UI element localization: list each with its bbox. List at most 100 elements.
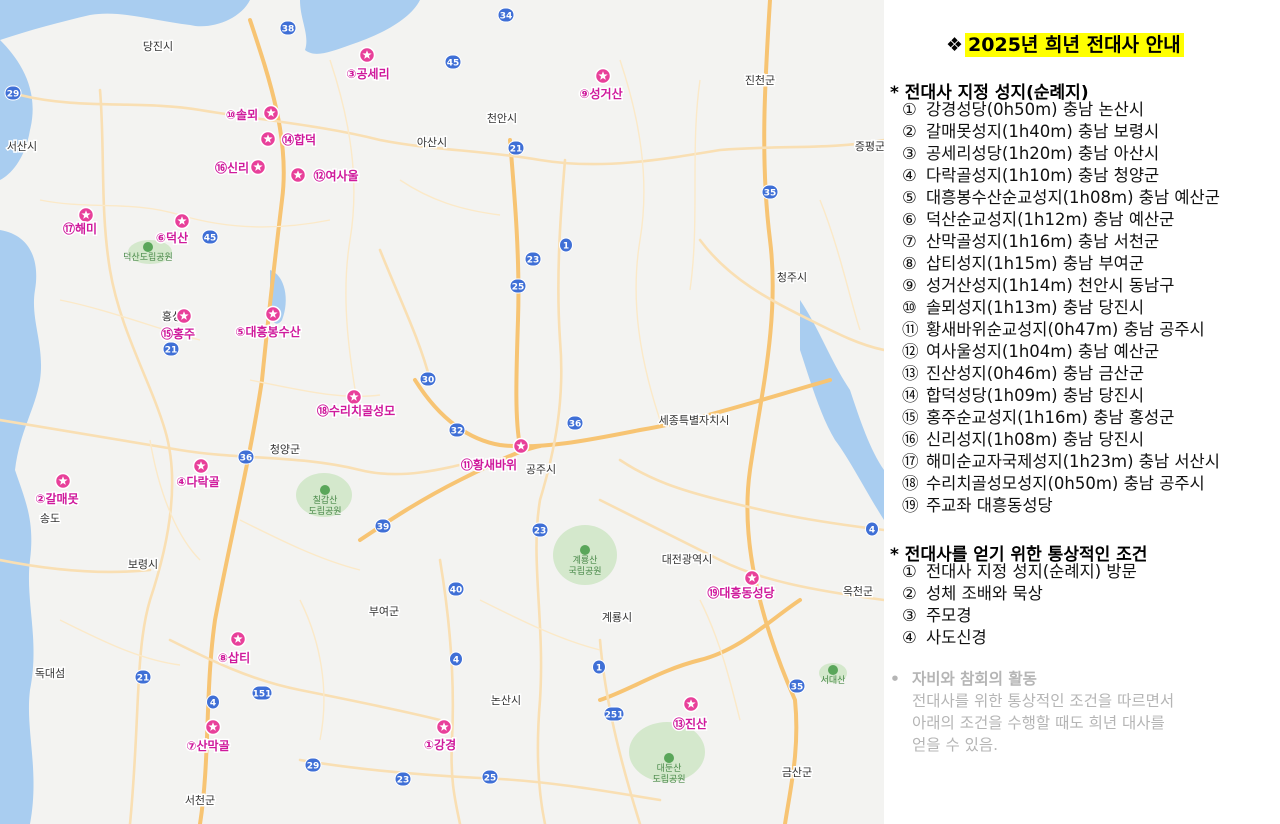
item-number: ② [902,584,917,603]
item-text: 성거산성지(1h14m) 천안시 동남구 [926,276,1175,295]
item-number: ⑰ [902,452,919,471]
road-shield: 29 [304,757,322,773]
shrine-label[interactable]: ②갈매못 [34,490,80,508]
place-label: 논산시 [491,694,521,707]
road-shield: 4 [449,651,463,667]
shrine-label[interactable]: ④다락골 [175,473,221,491]
item-text: 진산성지(0h46m) 충남 금산군 [926,364,1145,383]
note-line: 전대사를 위한 통상적인 조건을 따르면서 [912,692,1175,710]
list-item: ⑦ 산막골성지(1h16m) 충남 서천군 [902,231,1220,253]
note-heading-text: 자비와 참회의 활동 [912,670,1037,688]
place-label: 서천군 [185,793,215,807]
shrine-label[interactable]: ⑧삽티 [216,649,251,667]
road-number: 251 [605,711,624,721]
item-number: ④ [902,166,917,185]
place-label: 당진시 [143,40,173,53]
shrine-label[interactable]: ⑤대흥봉수산 [234,323,302,341]
shrine-label[interactable]: ⑫여사울 [312,167,360,185]
place-label: 청주시 [777,271,807,284]
road-shield: 151 [251,685,273,701]
road-number: 21 [137,674,150,684]
road-number: 23 [527,256,540,266]
place-label: 대전광역시 [662,553,713,566]
list-item: ④ 다락골성지(1h10m) 충남 청양군 [902,165,1220,187]
shrine-label[interactable]: ⑯신리 [213,159,250,177]
item-number: ⑲ [902,496,919,515]
place-label: 보령시 [128,558,158,571]
shrine-marker[interactable]: ⑫여사울 [289,167,360,185]
shrine-label[interactable]: ③공세리 [345,65,391,83]
road-number: 4 [869,526,875,536]
road-number: 29 [7,90,20,100]
list-item: ⑪ 황새바위순교성지(0h47m) 충남 공주시 [902,319,1220,341]
item-number: ⑭ [902,386,919,405]
shrine-label[interactable]: ⑲대흥동성당 [706,584,776,602]
road-shield: 36 [237,449,255,465]
shrine-label[interactable]: ⑰해미 [61,220,98,238]
road-number: 35 [764,189,777,199]
road-number: 21 [510,145,523,155]
item-text: 대흥봉수산순교성지(1h08m) 충남 예산군 [926,188,1220,207]
shrine-label[interactable]: ⑩솔뫼 [224,106,259,124]
item-text: 황새바위순교성지(0h47m) 충남 공주시 [926,320,1205,339]
item-text: 성체 조배와 묵상 [926,584,1043,603]
place-label: 서산시 [7,140,37,153]
road-shield: 30 [419,371,437,387]
item-text: 갈매못성지(1h40m) 충남 보령시 [926,122,1160,141]
shrine-label[interactable]: ⑭합덕 [280,131,317,149]
item-text: 수리치골성모성지(0h50m) 충남 공주시 [926,474,1205,493]
shrine-label[interactable]: ⑨성거산 [578,85,624,103]
list-item: ⑫ 여사울성지(1h04m) 충남 예산군 [902,341,1220,363]
list-item: ⑥ 덕산순교성지(1h12m) 충남 예산군 [902,209,1220,231]
road-number: 1 [596,664,602,674]
place-label: 청양군 [270,443,300,456]
road-number: 38 [282,25,295,35]
item-text: 신리성지(1h08m) 충남 당진시 [926,430,1145,449]
item-number: ⑩ [902,298,917,317]
list-item: ⑭ 합덕성당(1h09m) 충남 당진시 [902,385,1220,407]
page-title: ❖ 2025년 희년 전대사 안내 [946,30,1184,57]
road-number: 151 [253,690,272,700]
shrine-marker[interactable]: ⑩솔뫼 [224,104,280,124]
shrine-label[interactable]: ⑦산막골 [185,737,231,755]
shrine-label[interactable]: ①강경 [422,737,457,754]
mercy-activity-note: • 자비와 참회의 활동 전대사를 위한 통상적인 조건을 따르면서 아래의 조건… [890,668,1174,756]
item-text: 다락골성지(1h10m) 충남 청양군 [926,166,1160,185]
place-label: 부여군 [369,605,399,618]
item-text: 주모경 [926,606,972,625]
shrine-label[interactable]: ⑪황새바위 [459,456,518,474]
shrine-marker[interactable]: ⑭합덕 [259,131,318,149]
note-line: 아래의 조건을 수행할 때도 희년 대사를 [912,714,1165,732]
road-number: 29 [307,762,320,772]
shrine-list: ① 강경성당(0h50m) 충남 논산시 ② 갈매못성지(1h40m) 충남 보령시 ③… [902,99,1220,517]
place-label: 천안시 [487,111,517,125]
park-label: 덕산도립공원 [123,252,173,263]
road-number: 36 [569,420,582,430]
item-text: 산막골성지(1h16m) 충남 서천군 [926,232,1160,251]
road-shield: 38 [279,20,297,36]
road-shield: 36 [566,415,584,431]
item-number: ⑧ [902,254,917,273]
road-number: 23 [397,776,410,786]
item-text: 합덕성당(1h09m) 충남 당진시 [926,386,1145,405]
list-item: ③ 공세리성당(1h20m) 충남 아산시 [902,143,1220,165]
road-shield: 40 [447,581,465,597]
road-shield: 21 [162,341,180,357]
item-text: 덕산순교성지(1h12m) 충남 예산군 [926,210,1175,229]
diamond-icon: ❖ [946,34,964,56]
road-number: 35 [791,683,804,693]
item-text: 사도신경 [926,628,987,647]
shrine-label[interactable]: ⑥덕산 [154,229,189,247]
list-item: ⑩ 솔뫼성지(1h13m) 충남 당진시 [902,297,1220,319]
shrine-label[interactable]: ⑱수리치골성모 [315,402,396,420]
list-item: ② 성체 조배와 묵상 [902,583,1137,605]
item-text: 강경성당(0h50m) 충남 논산시 [926,100,1145,119]
item-number: ① [902,100,917,119]
shrine-label[interactable]: ⑮홍주 [159,325,196,343]
road-shield: 4 [865,521,879,537]
shrine-marker[interactable]: ⑯신리 [213,159,267,177]
shrine-label[interactable]: ⑬진산 [671,715,708,733]
pilgrimage-map[interactable]: 38 34 45 29 21 35 1 23 25 45 21 30 32 36 36 39 23 40 4 1 21 4… [0,0,884,824]
item-text: 공세리성당(1h20m) 충남 아산시 [926,144,1160,163]
road-shield: 251 [603,706,625,722]
